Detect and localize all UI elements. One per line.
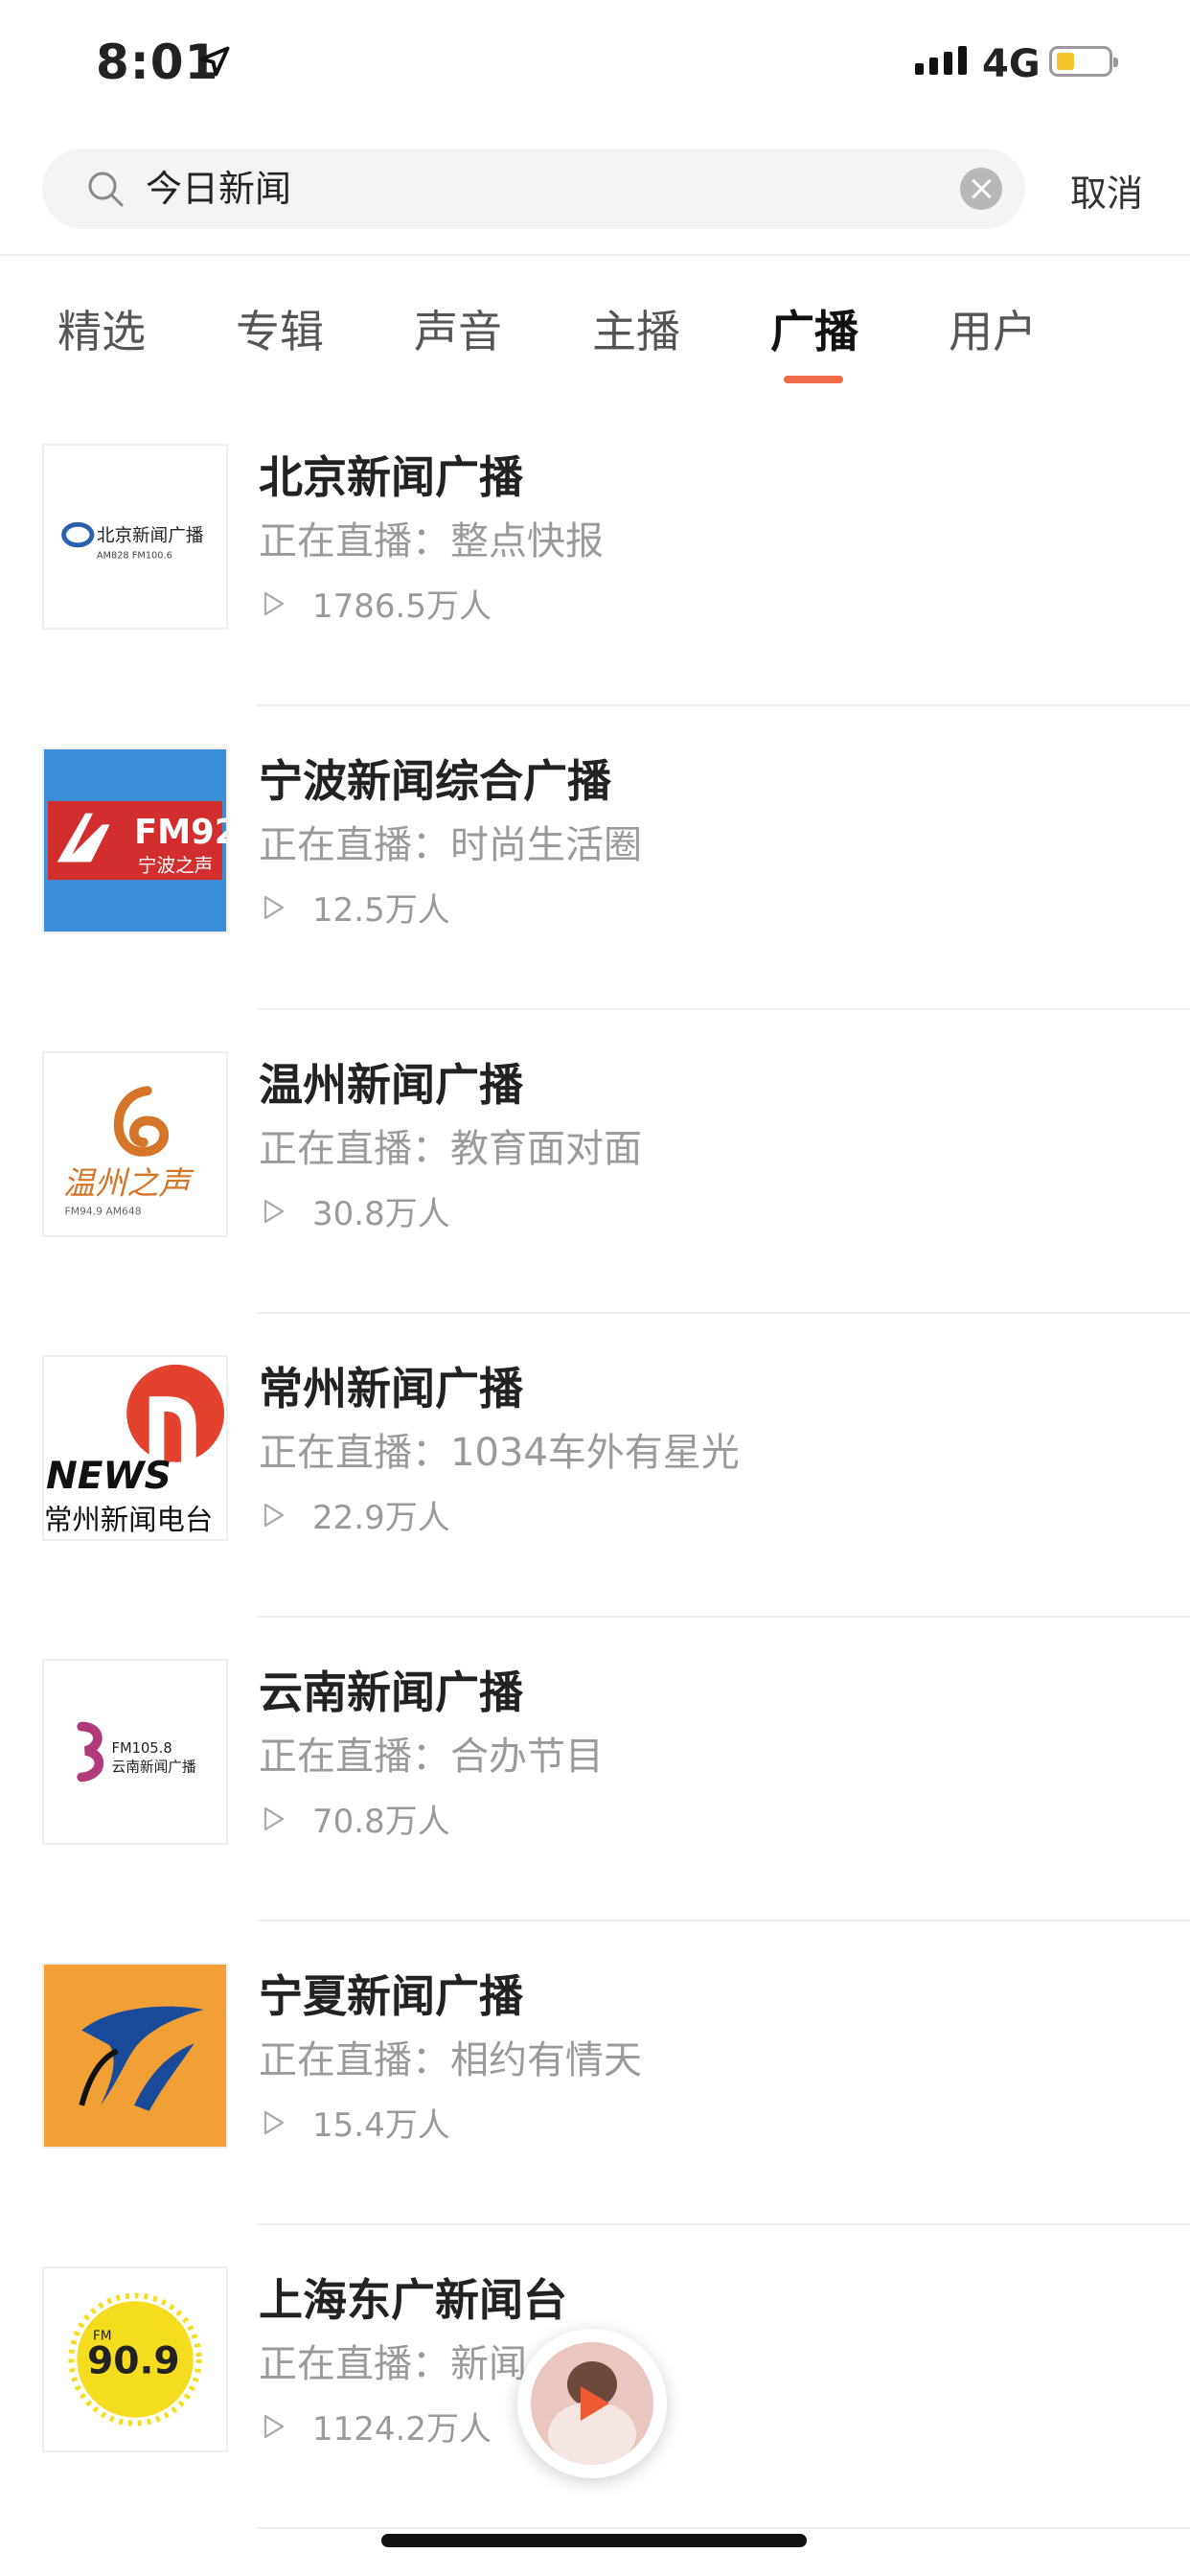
station-row[interactable]: NEWS 常州新闻电台 常州新闻广播 正在直播：1034车外有星光 22.9万人	[0, 1314, 1190, 1618]
tab-radio[interactable]: 广播	[770, 297, 858, 360]
play-count: 22.9万人	[259, 1491, 450, 1538]
station-list: 北京新闻广播 AM828 FM100.6 北京新闻广播 正在直播：整点快报 17…	[0, 402, 1190, 2529]
live-program: 正在直播：相约有情天	[259, 2038, 642, 2082]
svg-text:FM105.8: FM105.8	[112, 1740, 172, 1757]
station-row[interactable]: 北京新闻广播 AM828 FM100.6 北京新闻广播 正在直播：整点快报 17…	[0, 402, 1190, 706]
station-row[interactable]: FM105.8 云南新闻广播 云南新闻广播 正在直播：合办节目 70.8万人	[0, 1618, 1190, 1921]
svg-text:90.9: 90.9	[87, 2340, 180, 2383]
category-tabs: 精选 专辑 声音 主播 广播 用户	[0, 288, 1190, 393]
live-program: 正在直播：时尚生活圈	[259, 823, 642, 867]
station-row[interactable]: 宁夏新闻广播 正在直播：相约有情天 15.4万人	[0, 1921, 1190, 2225]
station-name: 温州新闻广播	[259, 1059, 523, 1111]
station-name: 北京新闻广播	[259, 451, 523, 503]
station-logo: FM 90.9	[42, 2266, 228, 2452]
network-type: 4G	[982, 42, 1041, 86]
station-row[interactable]: 温州之声 FM94.9 AM648 温州新闻广播 正在直播：教育面对面 30.8…	[0, 1010, 1190, 1314]
station-logo: FM105.8 云南新闻广播	[42, 1659, 228, 1845]
search-bar[interactable]: 今日新闻	[42, 149, 1025, 229]
station-name: 宁夏新闻广播	[259, 1970, 523, 2022]
station-logo: NEWS 常州新闻电台	[42, 1355, 228, 1541]
station-logo: 北京新闻广播 AM828 FM100.6	[42, 444, 228, 630]
station-name: 常州新闻广播	[259, 1363, 523, 1414]
mini-player-button[interactable]	[517, 2329, 667, 2478]
tab-albums[interactable]: 专辑	[236, 297, 324, 360]
play-count: 30.8万人	[259, 1187, 450, 1234]
tab-sounds[interactable]: 声音	[414, 297, 502, 360]
play-count: 12.5万人	[259, 884, 450, 931]
cellular-signal-icon	[915, 46, 967, 75]
live-program: 正在直播：教育面对面	[259, 1127, 642, 1171]
play-icon	[263, 1503, 285, 1527]
location-arrow-icon	[199, 46, 230, 77]
play-count: 1786.5万人	[259, 580, 492, 627]
play-icon	[263, 1199, 285, 1223]
live-program: 正在直播：合办节目	[259, 1735, 604, 1779]
svg-text:NEWS: NEWS	[46, 1455, 172, 1498]
home-indicator	[381, 2534, 807, 2547]
svg-text:AM828 FM100.6: AM828 FM100.6	[97, 551, 172, 562]
search-icon	[88, 172, 124, 207]
station-logo: FM92 宁波之声	[42, 748, 228, 933]
play-count: 1124.2万人	[259, 2403, 492, 2450]
battery-icon	[1049, 46, 1118, 77]
live-program: 正在直播：新闻	[259, 2342, 527, 2386]
svg-text:北京新闻广播: 北京新闻广播	[97, 526, 204, 546]
station-name: 宁波新闻综合广播	[259, 755, 611, 807]
tab-featured[interactable]: 精选	[57, 297, 146, 360]
station-logo: 温州之声 FM94.9 AM648	[42, 1051, 228, 1237]
station-name: 云南新闻广播	[259, 1667, 523, 1718]
station-name: 上海东广新闻台	[259, 2274, 567, 2326]
status-bar: 8:01 4G	[0, 0, 1190, 134]
play-count: 70.8万人	[259, 1795, 450, 1842]
svg-text:常州新闻电台: 常州新闻电台	[44, 1504, 213, 1536]
live-program: 正在直播：1034车外有星光	[259, 1431, 740, 1475]
svg-text:云南新闻广播: 云南新闻广播	[112, 1760, 196, 1776]
header-divider	[0, 254, 1190, 256]
svg-text:温州之声: 温州之声	[63, 1164, 195, 1202]
play-count: 15.4万人	[259, 2099, 450, 2146]
active-tab-indicator	[784, 376, 843, 383]
play-icon	[263, 895, 285, 919]
play-icon	[263, 1806, 285, 1830]
live-program: 正在直播：整点快报	[259, 519, 604, 564]
cancel-button[interactable]: 取消	[1070, 164, 1143, 217]
station-row[interactable]: FM92 宁波之声 宁波新闻综合广播 正在直播：时尚生活圈 12.5万人	[0, 706, 1190, 1010]
clear-search-icon[interactable]	[960, 168, 1002, 210]
play-icon	[263, 2110, 285, 2134]
row-divider	[257, 2527, 1190, 2529]
now-playing-cover	[531, 2342, 653, 2465]
svg-text:FM92: FM92	[134, 813, 226, 852]
svg-text:宁波之声: 宁波之声	[138, 854, 213, 876]
svg-text:FM94.9 AM648: FM94.9 AM648	[65, 1205, 142, 1217]
tab-hosts[interactable]: 主播	[592, 297, 680, 360]
station-logo	[42, 1963, 228, 2149]
tab-users[interactable]: 用户	[949, 297, 1037, 360]
play-icon	[263, 591, 285, 615]
play-icon	[263, 2414, 285, 2438]
search-input[interactable]: 今日新闻	[146, 149, 291, 229]
